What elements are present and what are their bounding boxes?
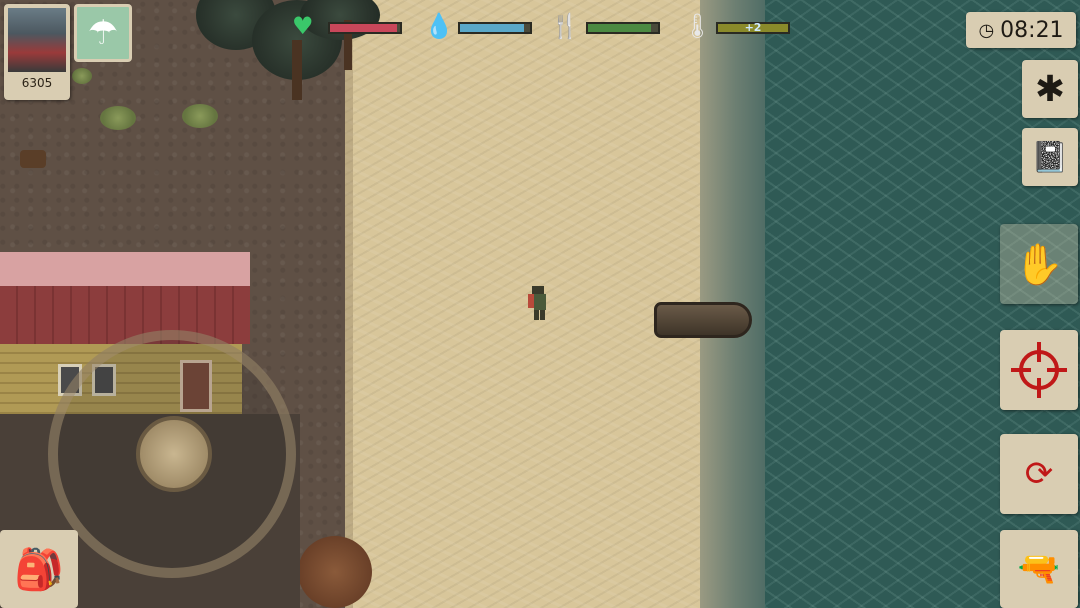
notebook-icon: 📓	[1031, 139, 1069, 175]
bush	[72, 68, 92, 84]
bush	[100, 106, 136, 130]
game-clock: ◷ 08:21	[966, 12, 1076, 48]
water-drop-icon: 💧	[424, 12, 454, 40]
clock-icon: ◷	[978, 19, 995, 41]
reload-button[interactable]: ⟳	[1000, 434, 1078, 514]
soldier-portrait-icon	[8, 8, 66, 72]
rubber-boat[interactable]	[654, 302, 752, 338]
backpack-icon: 🎒	[14, 546, 64, 593]
magazine-reload-icon: ⟳	[1024, 454, 1054, 494]
airdrop-button[interactable]: ☂	[74, 4, 132, 62]
quests-button[interactable]: 📓	[1022, 128, 1078, 186]
fork-knife-icon: 🍴	[550, 12, 580, 40]
food-bar	[586, 22, 660, 34]
gear-icon: ✱	[1034, 68, 1066, 110]
autumn-tree	[298, 536, 372, 608]
temperature-bar: +2	[716, 21, 790, 34]
house-roof	[0, 252, 250, 344]
crosshair-icon	[1011, 342, 1067, 398]
clock-time: 08:21	[1000, 17, 1064, 43]
interact-button[interactable]: ✋	[1000, 224, 1078, 304]
pistol-icon: 🔫	[1017, 549, 1061, 589]
parachute-icon: ☂	[87, 13, 119, 53]
hand-grab-icon: ✋	[1014, 241, 1064, 288]
joystick-thumb[interactable]	[136, 416, 212, 492]
water-bar	[458, 22, 532, 34]
temperature-label: +2	[744, 21, 762, 34]
bush	[182, 104, 218, 128]
health-bar	[328, 22, 402, 34]
player-portrait[interactable]: 6305	[4, 4, 70, 100]
weapon-button[interactable]: 🔫	[1000, 530, 1078, 608]
backpack-button[interactable]: 🎒	[0, 530, 78, 608]
settings-button[interactable]: ✱	[1022, 60, 1078, 118]
heart-icon: ♥	[292, 12, 314, 40]
thermometer-icon: 🌡	[682, 12, 713, 40]
tree-stump	[20, 150, 46, 168]
aim-button[interactable]	[1000, 330, 1078, 410]
tree-trunk	[292, 40, 302, 100]
player-character	[528, 286, 546, 320]
player-score: 6305	[21, 76, 53, 90]
